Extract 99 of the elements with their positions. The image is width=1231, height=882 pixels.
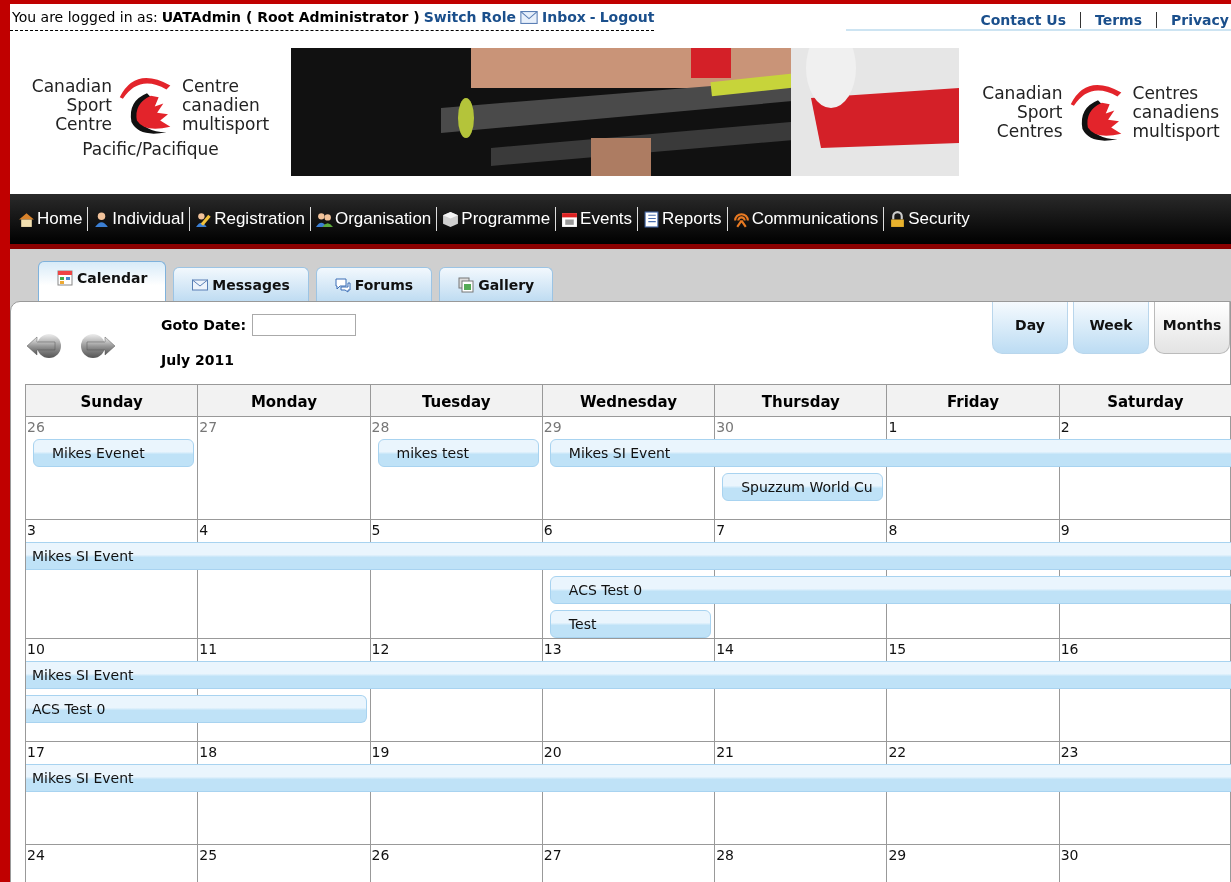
day-number: 2 xyxy=(1059,418,1071,437)
day-number: 24 xyxy=(26,846,46,865)
day-number: 11 xyxy=(198,640,219,659)
day-number: 9 xyxy=(1059,521,1071,540)
people-icon xyxy=(315,210,333,228)
day-number: 10 xyxy=(26,640,46,659)
day-number: 27 xyxy=(542,846,563,865)
nav-item[interactable]: Events xyxy=(556,209,638,229)
inbox-link[interactable]: Inbox xyxy=(541,9,586,25)
logo-text: Canadian Sport Centre xyxy=(31,76,112,134)
tab[interactable]: Gallery xyxy=(439,267,554,301)
gallery-icon xyxy=(458,276,475,293)
view-button[interactable]: Week xyxy=(1073,302,1149,354)
logo-subtitle: Pacific/Pacifique xyxy=(82,139,219,159)
nav-item[interactable]: Home xyxy=(13,209,88,229)
logo-text: Centres canadiens multisport xyxy=(1132,83,1220,141)
day-number: 1 xyxy=(887,418,899,437)
day-number: 28 xyxy=(715,846,735,865)
calendar-event[interactable]: Mikes SI Event xyxy=(26,661,1231,689)
day-number: 16 xyxy=(1059,640,1080,659)
day-number: 30 xyxy=(715,418,735,437)
day-number: 27 xyxy=(198,418,219,437)
house-icon xyxy=(18,210,35,228)
day-number: 4 xyxy=(198,521,210,540)
day-number: 7 xyxy=(715,521,727,540)
day-number: 26 xyxy=(26,418,46,437)
weekday-header: Saturday xyxy=(1059,385,1231,417)
user-name: UATAdmin ( Root Administrator ) xyxy=(161,9,420,25)
nav-item[interactable]: Registration xyxy=(190,209,310,229)
speech-bubble-icon xyxy=(334,276,351,293)
calendar-event[interactable]: ACS Test 0 xyxy=(26,695,367,723)
switch-role-link[interactable]: Switch Role xyxy=(423,9,516,25)
calendar-event[interactable]: Mikes SI Event xyxy=(26,542,1231,570)
nav-item[interactable]: Security xyxy=(884,209,975,229)
day-number: 25 xyxy=(198,846,219,865)
envelope-icon xyxy=(192,276,209,293)
book-icon xyxy=(643,210,661,228)
footer-link[interactable]: Terms xyxy=(1081,12,1157,28)
tab[interactable]: Messages xyxy=(173,267,309,301)
day-number: 23 xyxy=(1059,743,1080,762)
calendar-event[interactable]: ACS Test 0 xyxy=(549,576,1231,604)
logout-link[interactable]: Logout xyxy=(599,9,655,25)
tab[interactable]: Calendar xyxy=(38,261,167,301)
cube-icon xyxy=(442,210,460,228)
calendar-event[interactable]: Test xyxy=(549,610,712,638)
footer-link[interactable]: Privacy xyxy=(1157,12,1231,28)
tab[interactable]: Forums xyxy=(315,267,433,301)
day-number: 12 xyxy=(370,640,391,659)
person-icon xyxy=(93,210,111,228)
day-number: 26 xyxy=(370,846,391,865)
day-number: 14 xyxy=(715,640,735,659)
day-number: 17 xyxy=(26,743,46,762)
day-number: 18 xyxy=(198,743,219,762)
pencil-icon xyxy=(195,210,213,228)
nav-item[interactable]: Communications xyxy=(727,209,884,229)
lock-icon xyxy=(889,210,907,228)
envelope-icon xyxy=(519,10,538,24)
day-number: 3 xyxy=(26,521,37,540)
day-number: 20 xyxy=(542,743,563,762)
nav-item[interactable]: Individual xyxy=(88,209,190,229)
calendar-event[interactable]: Mikes Evenet xyxy=(33,439,195,467)
weekday-header: Monday xyxy=(198,385,371,417)
weekday-header: Sunday xyxy=(26,385,199,417)
signal-icon xyxy=(732,210,750,228)
view-button[interactable]: Day xyxy=(992,302,1068,354)
day-number: 8 xyxy=(887,521,899,540)
day-number: 19 xyxy=(370,743,391,762)
calendar-icon xyxy=(561,210,579,228)
nav-item[interactable]: Organisation xyxy=(310,209,437,229)
calendar-event[interactable]: Spuzzum World Cu xyxy=(722,473,884,501)
logo-text: Canadian Sport Centres xyxy=(982,83,1063,141)
separator: - xyxy=(589,9,596,25)
weekday-header: Wednesday xyxy=(542,385,716,417)
logo-text: Centre canadien multisport xyxy=(182,76,270,134)
footer-link[interactable]: Contact Us xyxy=(966,12,1080,28)
month-title: July 2011 xyxy=(161,352,235,368)
weekday-header: Thursday xyxy=(715,385,888,417)
weekday-header: Friday xyxy=(887,385,1060,417)
day-number: 28 xyxy=(370,418,391,437)
date-input[interactable] xyxy=(252,314,357,336)
nav-item[interactable]: Reports xyxy=(638,209,727,229)
calendar-icon xyxy=(57,270,73,286)
day-number: 29 xyxy=(542,418,563,437)
day-number: 13 xyxy=(542,640,563,659)
goto-date-label: Goto Date: xyxy=(161,317,247,333)
login-label: You are logged in as: xyxy=(12,9,158,25)
day-number: 21 xyxy=(715,743,735,762)
day-number: 5 xyxy=(370,521,382,540)
day-number: 6 xyxy=(542,521,554,540)
view-button[interactable]: Months xyxy=(1154,302,1230,354)
weekday-header: Tuesday xyxy=(370,385,543,417)
calendar-event[interactable]: Mikes SI Event xyxy=(26,764,1231,792)
day-number: 15 xyxy=(887,640,908,659)
nav-item[interactable]: Programme xyxy=(437,209,556,229)
calendar-event[interactable]: mikes test xyxy=(377,439,539,467)
calendar-event[interactable]: Mikes SI Event xyxy=(549,439,1231,467)
day-number: 30 xyxy=(1059,846,1080,865)
day-number: 29 xyxy=(887,846,908,865)
day-number: 22 xyxy=(887,743,908,762)
